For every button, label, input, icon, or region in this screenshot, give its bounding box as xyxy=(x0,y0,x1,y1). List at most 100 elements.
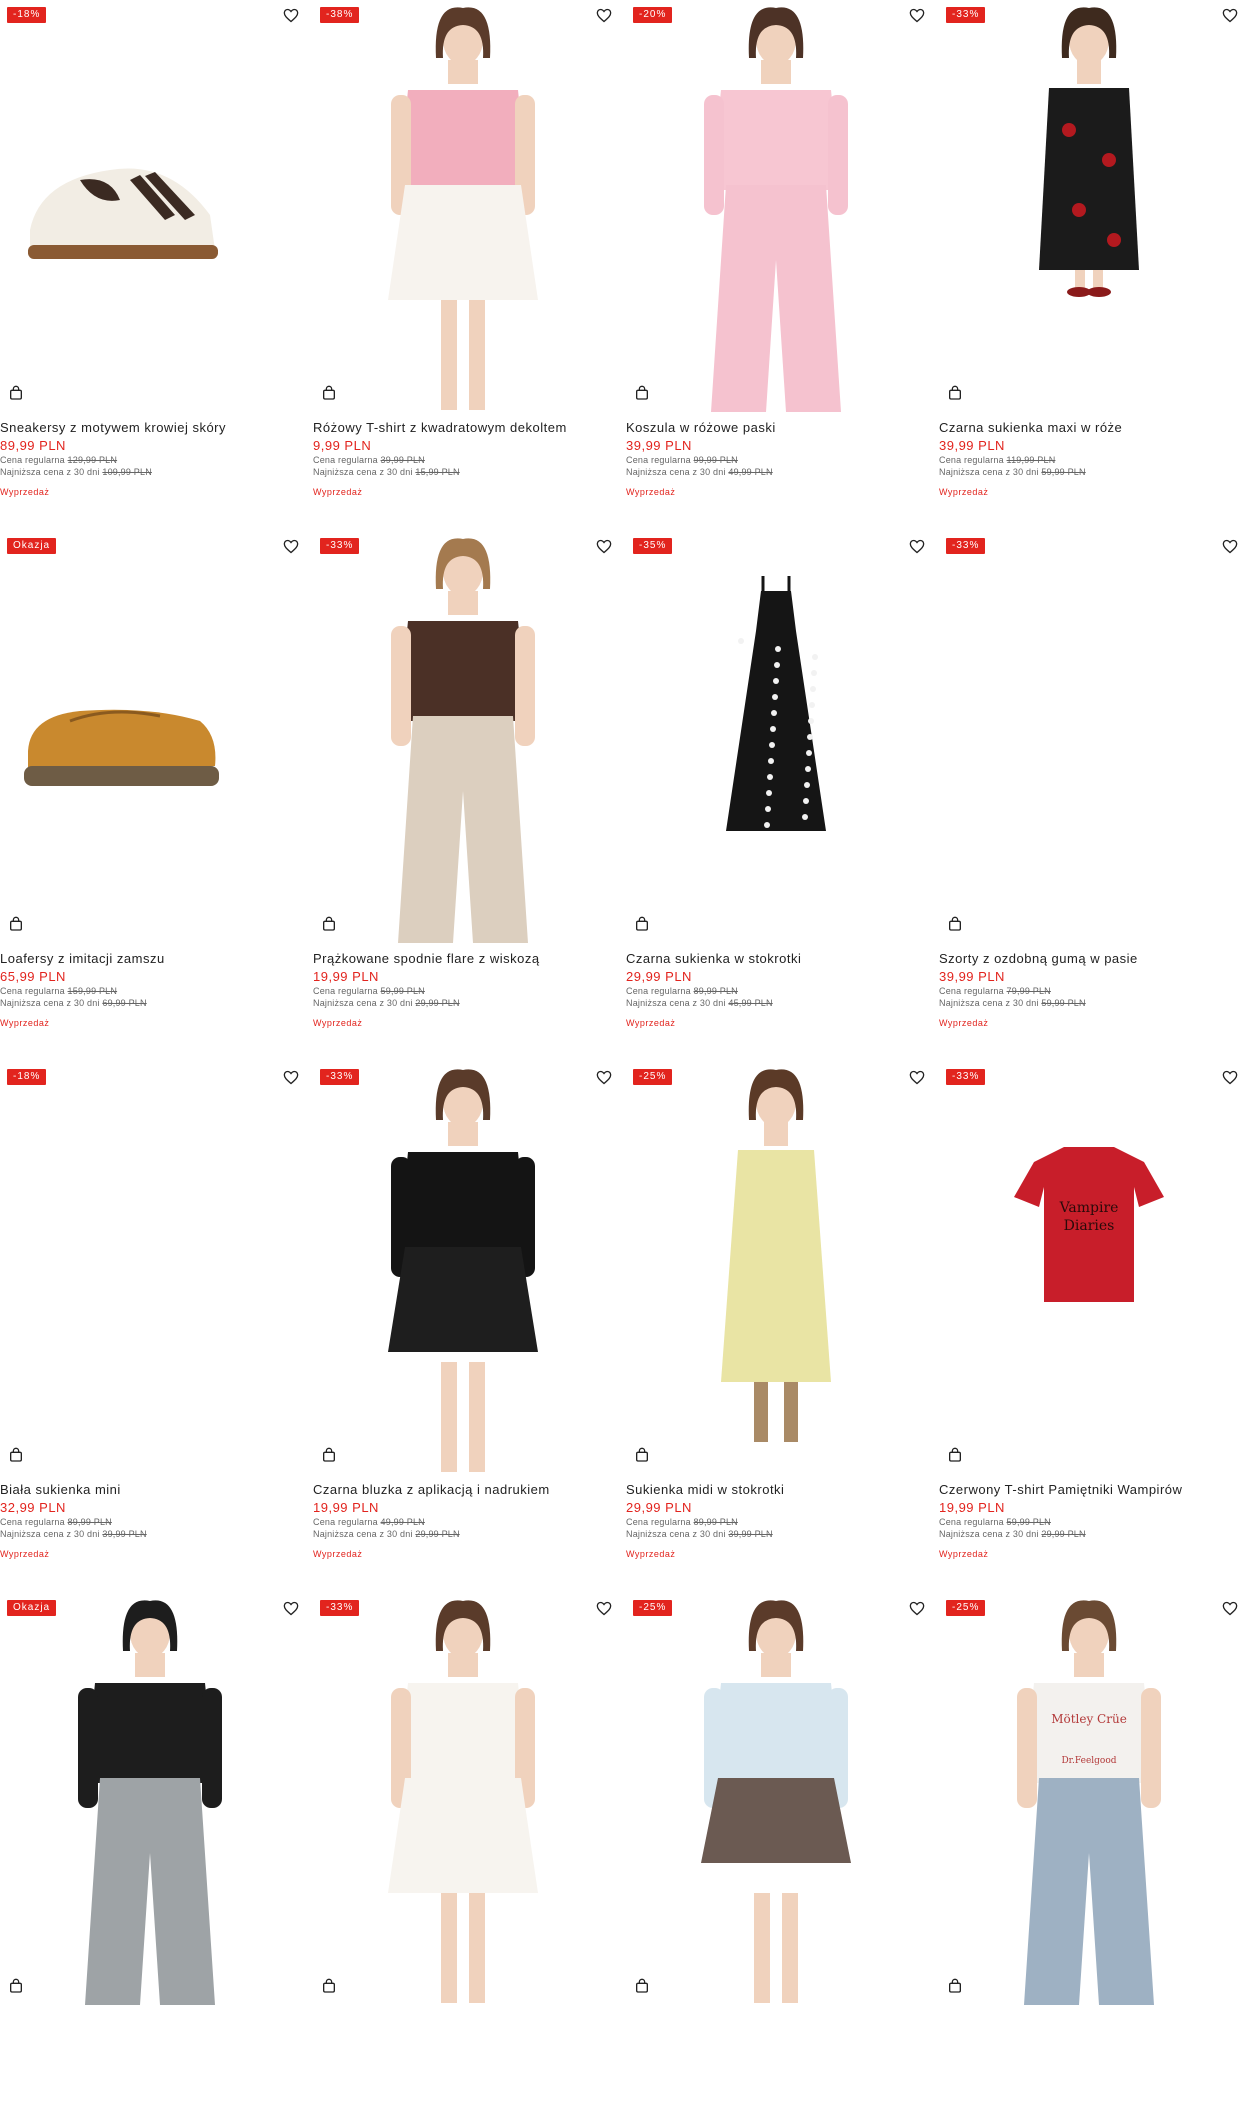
wishlist-heart-icon[interactable] xyxy=(282,1068,300,1086)
product-image[interactable] xyxy=(313,0,613,412)
wishlist-heart-icon[interactable] xyxy=(1221,6,1239,24)
wishlist-heart-icon[interactable] xyxy=(908,6,926,24)
add-to-cart-bag-icon[interactable] xyxy=(8,1978,26,1996)
wishlist-heart-icon[interactable] xyxy=(595,6,613,24)
product-name[interactable]: Czarna sukienka maxi w róże xyxy=(939,420,1239,436)
product-name[interactable]: Biała sukienka mini xyxy=(0,1482,300,1498)
lowest-price-label: Najniższa cena z 30 dni xyxy=(0,998,100,1008)
wishlist-heart-icon[interactable] xyxy=(595,537,613,555)
add-to-cart-bag-icon[interactable] xyxy=(947,1447,965,1465)
lowest-price-label: Najniższa cena z 30 dni xyxy=(313,467,413,477)
regular-price-line: Cena regularna 89,99 PLN xyxy=(0,1516,300,1528)
add-to-cart-bag-icon[interactable] xyxy=(634,385,652,403)
product-image[interactable] xyxy=(313,531,613,943)
product-card[interactable]: Mötley Crüe Dr.Feelgood -25% xyxy=(939,1593,1250,2124)
product-image[interactable] xyxy=(626,1593,926,2005)
regular-price-value: 49,99 PLN xyxy=(380,1517,425,1527)
wishlist-heart-icon[interactable] xyxy=(595,1068,613,1086)
lowest-price-line: Najniższa cena z 30 dni 59,99 PLN xyxy=(939,997,1239,1009)
add-to-cart-bag-icon[interactable] xyxy=(8,385,26,403)
wishlist-heart-icon[interactable] xyxy=(1221,537,1239,555)
product-card[interactable]: -33% Czarna sukienka maxi w róże 39,99 PLN… xyxy=(939,0,1250,531)
wishlist-heart-icon[interactable] xyxy=(908,1599,926,1617)
wishlist-heart-icon[interactable] xyxy=(1221,1599,1239,1617)
product-name[interactable]: Sneakersy z motywem krowiej skóry xyxy=(0,420,300,436)
product-image[interactable] xyxy=(313,1062,613,1474)
add-to-cart-bag-icon[interactable] xyxy=(321,1447,339,1465)
product-name[interactable]: Szorty z ozdobną gumą w pasie xyxy=(939,951,1239,967)
lowest-price-label: Najniższa cena z 30 dni xyxy=(939,1529,1039,1539)
product-image[interactable] xyxy=(626,0,926,412)
sale-label: Wyprzedaż xyxy=(0,487,50,497)
add-to-cart-bag-icon[interactable] xyxy=(634,916,652,934)
lowest-price-label: Najniższa cena z 30 dni xyxy=(626,1529,726,1539)
product-card[interactable]: -25% xyxy=(626,1593,939,2124)
add-to-cart-bag-icon[interactable] xyxy=(8,916,26,934)
regular-price-line: Cena regularna 79,99 PLN xyxy=(939,985,1239,997)
product-price: 9,99 PLN xyxy=(313,438,372,453)
product-card[interactable]: -35% Czarna sukienka w stokrotki 29,99 PLN… xyxy=(626,531,939,1062)
product-card[interactable]: -20% Koszula w różowe paski 39,99 PLN Cena … xyxy=(626,0,939,531)
product-image[interactable] xyxy=(626,1062,926,1474)
wishlist-heart-icon[interactable] xyxy=(1221,1068,1239,1086)
add-to-cart-bag-icon[interactable] xyxy=(321,385,339,403)
product-image[interactable] xyxy=(313,1593,613,2005)
lowest-price-label: Najniższa cena z 30 dni xyxy=(626,467,726,477)
product-name[interactable]: Koszula w różowe paski xyxy=(626,420,926,436)
product-image[interactable] xyxy=(939,0,1239,412)
product-image[interactable]: Mötley Crüe Dr.Feelgood xyxy=(939,1593,1239,2005)
add-to-cart-bag-icon[interactable] xyxy=(8,1447,26,1465)
product-name[interactable]: Sukienka midi w stokrotki xyxy=(626,1482,926,1498)
product-image[interactable] xyxy=(626,531,926,943)
product-name[interactable]: Prążkowane spodnie flare z wiskozą xyxy=(313,951,613,967)
wishlist-heart-icon[interactable] xyxy=(282,537,300,555)
wishlist-heart-icon[interactable] xyxy=(908,537,926,555)
add-to-cart-bag-icon[interactable] xyxy=(947,1978,965,1996)
regular-price-value: 59,99 PLN xyxy=(1006,1517,1051,1527)
discount-badge: -38% xyxy=(320,7,360,23)
add-to-cart-bag-icon[interactable] xyxy=(321,1978,339,1996)
product-card[interactable]: -33% Prążkowane spodnie flare z wiskozą 19… xyxy=(313,531,626,1062)
tshirt-print-line-1: Vampire xyxy=(1059,1200,1119,1216)
product-image[interactable] xyxy=(0,1593,300,2005)
product-price: 89,99 PLN xyxy=(0,438,66,453)
product-name[interactable]: Loafersy z imitacji zamszu xyxy=(0,951,300,967)
product-card[interactable]: -18% Sneakersy z motywem krowiej skóry 89,… xyxy=(0,0,313,531)
product-card[interactable]: Okazja Loafersy z imitacji zamszu 65,99 PL… xyxy=(0,531,313,1062)
product-image[interactable] xyxy=(0,1062,300,1474)
product-name[interactable]: Różowy T-shirt z kwadratowym dekoltem xyxy=(313,420,613,436)
add-to-cart-bag-icon[interactable] xyxy=(947,916,965,934)
regular-price-line: Cena regularna 59,99 PLN xyxy=(939,1516,1239,1528)
product-card[interactable]: Vampire Diaries -33% Czerwony T-shirt Pami… xyxy=(939,1062,1250,1593)
product-image[interactable] xyxy=(0,0,300,412)
product-card[interactable]: -25% Sukienka midi w stokrotki 29,99 PLN Ce… xyxy=(626,1062,939,1593)
product-card[interactable]: Okazja xyxy=(0,1593,313,2124)
add-to-cart-bag-icon[interactable] xyxy=(321,916,339,934)
add-to-cart-bag-icon[interactable] xyxy=(634,1447,652,1465)
wishlist-heart-icon[interactable] xyxy=(595,1599,613,1617)
product-card[interactable]: -33% xyxy=(313,1593,626,2124)
lowest-price-value: 109,99 PLN xyxy=(102,467,152,477)
wishlist-heart-icon[interactable] xyxy=(282,6,300,24)
product-image[interactable]: Vampire Diaries xyxy=(939,1062,1239,1474)
wishlist-heart-icon[interactable] xyxy=(282,1599,300,1617)
add-to-cart-bag-icon[interactable] xyxy=(947,385,965,403)
discount-badge: -25% xyxy=(633,1069,673,1085)
product-info: Czerwony T-shirt Pamiętniki Wampirów 19,9… xyxy=(939,1482,1239,1559)
product-card[interactable]: -38% Różowy T-shirt z kwadratowym dekolte… xyxy=(313,0,626,531)
product-card[interactable]: -33% Szorty z ozdobną gumą w pasie 39,99 P… xyxy=(939,531,1250,1062)
wishlist-heart-icon[interactable] xyxy=(908,1068,926,1086)
product-name[interactable]: Czerwony T-shirt Pamiętniki Wampirów xyxy=(939,1482,1239,1498)
product-card[interactable]: -33% Czarna bluzka z aplikacją i nadrukie… xyxy=(313,1062,626,1593)
product-name[interactable]: Czarna bluzka z aplikacją i nadrukiem xyxy=(313,1482,613,1498)
product-image[interactable] xyxy=(939,531,1239,943)
regular-price-line: Cena regularna 59,99 PLN xyxy=(313,985,613,997)
product-name[interactable]: Czarna sukienka w stokrotki xyxy=(626,951,926,967)
product-card[interactable]: -18% Biała sukienka mini 32,99 PLN Cena reg… xyxy=(0,1062,313,1593)
lowest-price-value: 45,99 PLN xyxy=(728,998,773,1008)
product-image[interactable] xyxy=(0,531,300,943)
add-to-cart-bag-icon[interactable] xyxy=(634,1978,652,1996)
lowest-price-value: 39,99 PLN xyxy=(102,1529,147,1539)
regular-price-label: Cena regularna xyxy=(939,455,1004,465)
regular-price-line: Cena regularna 89,99 PLN xyxy=(626,1516,926,1528)
